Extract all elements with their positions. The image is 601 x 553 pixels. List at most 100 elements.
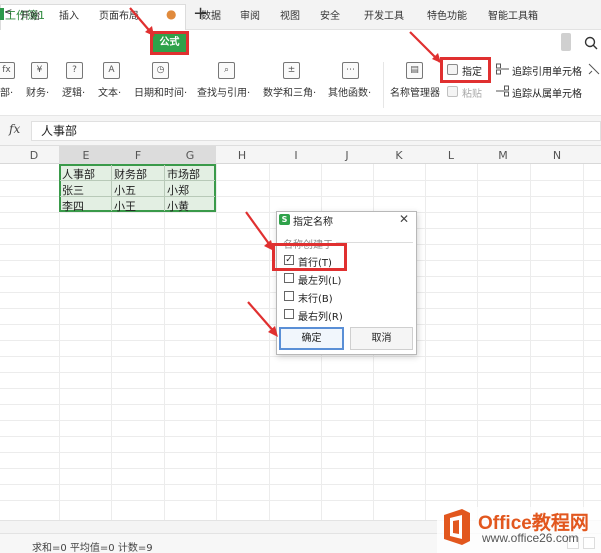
trace-precedents-icon (496, 63, 509, 75)
grid-line (0, 356, 601, 357)
logic-label[interactable]: 逻辑· (62, 84, 85, 99)
column-header-l[interactable]: L (425, 149, 477, 162)
define-button[interactable]: 指定 (462, 63, 482, 78)
cell-g3[interactable]: 小黄 (167, 198, 189, 214)
grid-line (0, 436, 601, 437)
datetime-icon[interactable]: ◷ (152, 62, 169, 79)
grid-line (216, 164, 217, 520)
cell-e1[interactable]: 人事部 (62, 166, 95, 182)
datetime-label[interactable]: 日期和时间· (134, 84, 187, 99)
column-header-h[interactable]: H (216, 149, 268, 162)
right-column-checkbox[interactable] (284, 309, 294, 319)
paste-name-icon (447, 86, 458, 97)
cell-e3[interactable]: 李四 (62, 198, 84, 214)
paste-button[interactable]: 粘贴 (462, 85, 482, 100)
dialog-app-icon: S (279, 214, 290, 225)
trace-dependents-button[interactable]: 追踪从属单元格 (512, 85, 582, 100)
grid-line (0, 500, 601, 501)
grid-line (583, 164, 584, 520)
grid-line (0, 388, 601, 389)
grid-line (0, 452, 601, 453)
cell-border (111, 165, 112, 211)
right-column-label[interactable]: 最右列(R) (298, 308, 343, 323)
tab-home[interactable]: 开始 (20, 7, 40, 22)
trace-dependents-icon (496, 85, 509, 97)
cell-border (164, 165, 165, 211)
left-column-label[interactable]: 最左列(L) (298, 272, 341, 287)
tab-security[interactable]: 安全 (320, 7, 340, 22)
math-icon[interactable]: ± (283, 62, 300, 79)
menu-bar (0, 30, 601, 56)
grid-line (0, 404, 601, 405)
cell-f3[interactable]: 小王 (114, 198, 136, 214)
column-header-j[interactable]: J (321, 149, 373, 162)
text-label[interactable]: 文本· (98, 84, 121, 99)
cell-g2[interactable]: 小郑 (167, 182, 189, 198)
cell-f2[interactable]: 小五 (114, 182, 136, 198)
ok-button[interactable]: 确定 (279, 327, 344, 350)
office-logo-icon (444, 509, 470, 545)
trace-precedents-button[interactable]: 追踪引用单元格 (512, 63, 582, 78)
column-header-n[interactable]: N (531, 149, 583, 162)
grid-line (164, 164, 165, 520)
tab-developer[interactable]: 开发工具 (364, 7, 404, 22)
status-summary: 求和=0 平均值=0 计数=9 (32, 543, 153, 553)
grid-line (0, 372, 601, 373)
last-row-checkbox[interactable] (284, 291, 294, 301)
dialog-title: 指定名称 (293, 217, 333, 228)
fx-icon[interactable]: fx (9, 122, 20, 136)
more-functions-icon[interactable]: ⋯ (342, 62, 359, 79)
cancel-button[interactable]: 取消 (350, 327, 413, 350)
function-icon[interactable]: fx (0, 62, 15, 79)
arrow-to-ok-button (247, 301, 278, 337)
column-header-d[interactable]: D (8, 149, 60, 162)
cell-f1[interactable]: 财务部 (114, 166, 147, 182)
math-label[interactable]: 数学和三角· (263, 84, 316, 99)
menu-back-icon[interactable]: < (4, 7, 12, 18)
more-functions-label[interactable]: 其他函数· (328, 84, 371, 99)
search-icon[interactable] (584, 36, 598, 50)
function-group-label[interactable]: 部· (0, 84, 13, 99)
tab-review[interactable]: 审阅 (240, 7, 260, 22)
column-header-f[interactable]: F (112, 149, 164, 162)
menu-scroll-button[interactable] (561, 33, 571, 51)
define-name-icon (447, 64, 458, 75)
watermark-url: www.office26.com (482, 531, 579, 545)
cell-e2[interactable]: 张三 (62, 182, 84, 198)
lookup-label[interactable]: 查找与引用· (197, 84, 250, 99)
formula-input[interactable]: 人事部 (31, 121, 601, 141)
cell-g1[interactable]: 市场部 (167, 166, 200, 182)
column-header-g[interactable]: G (164, 149, 216, 162)
grid-line (425, 164, 426, 520)
first-row-highlight (272, 243, 347, 271)
arrow-to-define-button (409, 31, 441, 63)
tab-view[interactable]: 视图 (280, 7, 300, 22)
grid-line (0, 484, 601, 485)
tab-data[interactable]: 数据 (201, 7, 221, 22)
ribbon-divider (383, 62, 384, 108)
column-header-m[interactable]: M (477, 149, 529, 162)
arrow-to-formula-tab (129, 7, 155, 37)
close-icon[interactable]: ✕ (399, 212, 409, 226)
column-header-i[interactable]: I (270, 149, 322, 162)
grid-line (0, 420, 601, 421)
name-manager-label[interactable]: 名称管理器 (390, 84, 440, 99)
text-icon[interactable]: A (103, 62, 120, 79)
lookup-icon[interactable]: ⌕ (218, 62, 235, 79)
tab-insert[interactable]: 插入 (59, 7, 79, 22)
left-column-checkbox[interactable] (284, 273, 294, 283)
column-header-e[interactable]: E (60, 149, 112, 162)
group-divider (336, 242, 413, 243)
grid-line (111, 164, 112, 520)
finance-icon[interactable]: ¥ (31, 62, 48, 79)
remove-arrows-icon[interactable] (588, 63, 600, 75)
unsaved-indicator: ● (166, 7, 177, 21)
column-header-k[interactable]: K (373, 149, 425, 162)
logic-icon[interactable]: ? (66, 62, 83, 79)
last-row-label[interactable]: 末行(B) (298, 290, 333, 305)
grid-line (59, 164, 60, 520)
tab-smart-toolbox[interactable]: 智能工具箱 (488, 7, 538, 22)
grid-line (530, 164, 531, 520)
tab-special-features[interactable]: 特色功能 (427, 7, 467, 22)
finance-label[interactable]: 财务· (26, 84, 49, 99)
